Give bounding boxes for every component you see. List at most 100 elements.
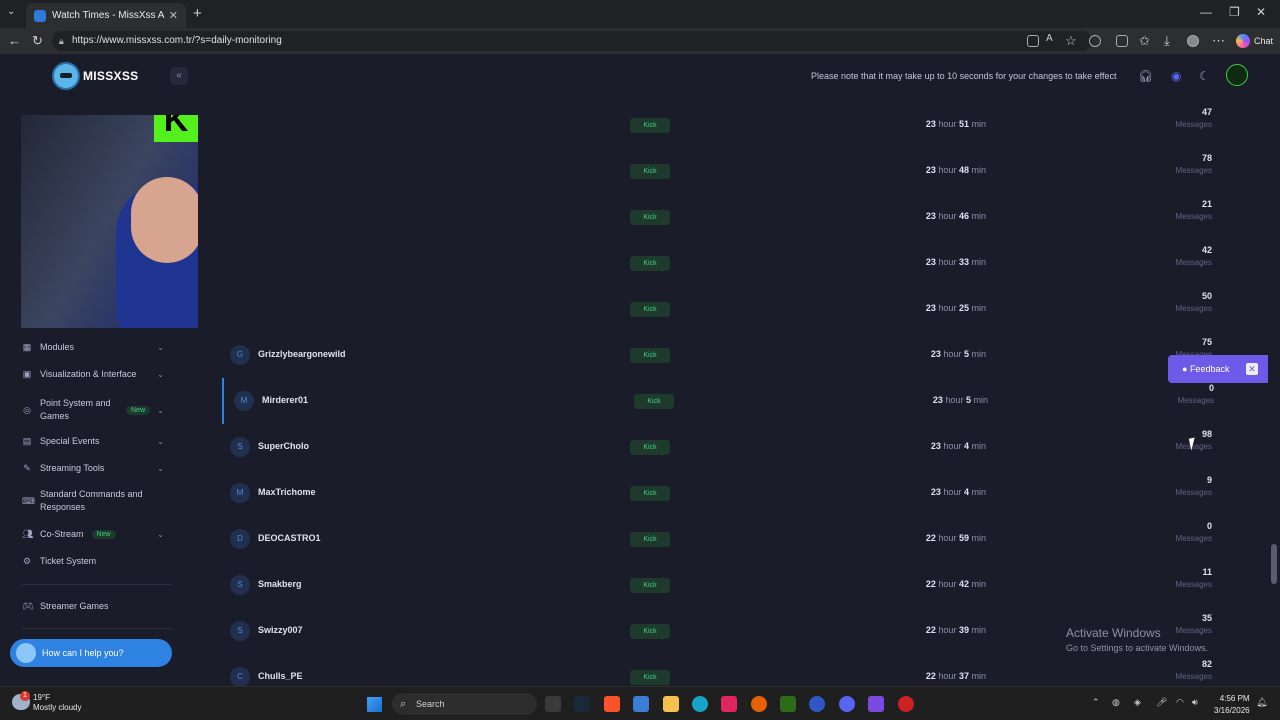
minimize-icon[interactable]: —	[1200, 5, 1212, 19]
network-tray-icon[interactable]: ◈	[1134, 697, 1141, 708]
tray-overflow-icon[interactable]: ⌃	[1092, 697, 1100, 708]
taskbar-search[interactable]: Search	[392, 693, 537, 715]
table-row[interactable]: Kick 23 hour 33 min 42 Messages	[222, 240, 1232, 286]
edge-icon[interactable]	[692, 696, 708, 712]
extensions-icon[interactable]	[1089, 35, 1101, 47]
sidebar-item-modules[interactable]: ▦ Modules ⌄	[22, 337, 172, 357]
help-assistant-button[interactable]: How can I help you?	[10, 639, 172, 667]
sidebar-item-standard-commands[interactable]: ⌨ Standard Commands and Responses	[22, 488, 172, 514]
profile-icon[interactable]	[1187, 35, 1199, 47]
page-scrollbar[interactable]	[1268, 54, 1280, 686]
table-row[interactable]: M Mirderer01 Kick 23 hour 5 min 0 Messages	[222, 378, 1232, 424]
table-row[interactable]: GGrizzlybeargonewildKick23 hour 5 min75M…	[222, 332, 1232, 378]
watch-time: 22 hour 39 min	[926, 625, 986, 635]
hours-value: 23	[925, 165, 936, 175]
table-row[interactable]: Kick 23 hour 51 min 47 Messages	[222, 102, 1232, 148]
sidebar-item-special-events[interactable]: ▤ Special Events ⌄	[22, 431, 172, 451]
brave-icon[interactable]	[604, 696, 620, 712]
hours-value: 22	[925, 625, 936, 635]
wifi-icon[interactable]: ◠	[1176, 697, 1184, 708]
sidebar-item-point-system[interactable]: ◎ Point System and Games New ⌄	[22, 397, 172, 423]
address-bar-row: ← ↻ 🔒︎ https://www.missxss.com.tr/?s=dai…	[0, 28, 1280, 54]
steam-tray-icon[interactable]: ◍	[1112, 697, 1120, 708]
steam-icon[interactable]	[574, 696, 590, 712]
app-available-icon[interactable]	[1027, 35, 1039, 47]
browser-tab[interactable]: Watch Times - MissXss AI Bot Syst ✕	[26, 3, 186, 28]
dark-mode-icon[interactable]: ☾	[1199, 69, 1210, 83]
read-aloud-icon[interactable]: A	[1046, 33, 1053, 44]
feedback-label: Feedback	[1189, 364, 1230, 374]
minutes-value: 48	[958, 165, 969, 175]
split-screen-icon[interactable]	[1116, 35, 1128, 47]
headset-support-icon[interactable]: 🎧︎	[1138, 69, 1153, 83]
message-count: 0 Messages	[1176, 521, 1212, 543]
close-feedback-icon[interactable]: ✕	[1246, 363, 1258, 375]
recording-app-icon[interactable]	[898, 696, 914, 712]
table-row[interactable]: Kick 23 hour 48 min 78 Messages	[222, 148, 1232, 194]
chevron-down-icon: ⌄	[157, 529, 164, 539]
hour-unit: hour	[945, 395, 964, 405]
copilot-chat-button[interactable]: Chat	[1232, 31, 1279, 51]
sidebar-item-co-stream[interactable]: 👥︎ Co-Stream New ⌄	[22, 524, 172, 544]
feedback-button[interactable]: ● Feedback ✕	[1168, 355, 1270, 383]
terminal-icon[interactable]	[780, 696, 796, 712]
clock-date: 3/16/2026	[1214, 706, 1250, 715]
favorite-star-icon[interactable]: ☆	[1065, 33, 1077, 49]
weather-widget[interactable]: 19°F Mostly cloudy	[33, 693, 81, 713]
help-label: How can I help you?	[42, 648, 124, 658]
missxss-logo-icon[interactable]	[52, 62, 80, 90]
new-tab-icon[interactable]: +	[193, 5, 202, 22]
user-avatar[interactable]	[1226, 64, 1248, 86]
favorites-icon[interactable]: ✩	[1139, 33, 1150, 49]
calculator-icon[interactable]	[868, 696, 884, 712]
obs-icon[interactable]	[809, 696, 825, 712]
volume-icon[interactable]: 🔊︎	[1192, 697, 1198, 708]
downloads-icon[interactable]: ⤓	[1164, 33, 1170, 49]
notification-icon[interactable]: 🔔︎	[1256, 697, 1267, 708]
discord-taskbar-icon[interactable]	[839, 696, 855, 712]
table-row[interactable]: Kick 23 hour 25 min 50 Messages	[222, 286, 1232, 332]
chevron-down-icon: ⌄	[157, 405, 164, 415]
file-explorer-icon[interactable]	[663, 696, 679, 712]
sidebar-item-label: Modules	[40, 341, 75, 352]
table-row[interactable]: Kick 23 hour 46 min 21 Messages	[222, 194, 1232, 240]
windows-start-icon[interactable]	[367, 697, 382, 712]
new-badge: New	[91, 529, 116, 539]
users-icon: 👥︎	[22, 529, 34, 539]
hour-unit: hour	[938, 579, 957, 589]
restore-icon[interactable]: ❐	[1229, 5, 1240, 19]
sidebar-item-ticket-system[interactable]: ⚙ Ticket System	[22, 551, 172, 571]
sidebar-item-streaming-tools[interactable]: ✎ Streaming Tools ⌄	[22, 458, 172, 478]
activate-windows-watermark: Activate Windows Go to Settings to activ…	[1066, 626, 1208, 653]
microphone-icon[interactable]: 🎤︎	[1156, 697, 1167, 708]
tiktok-icon[interactable]	[721, 696, 737, 712]
task-view-icon[interactable]	[545, 696, 561, 712]
collapse-sidebar-button[interactable]: «	[170, 67, 188, 85]
username: DEOCASTRO1	[258, 533, 321, 543]
table-row[interactable]: S Smakberg Kick 22 hour 42 min 11 Messages	[222, 562, 1232, 608]
discord-icon[interactable]: ◉	[1171, 69, 1181, 83]
table-row[interactable]: D DEOCASTRO1 Kick 22 hour 59 min 0 Messages	[222, 516, 1232, 562]
message-count: 50 Messages	[1176, 291, 1212, 313]
refresh-icon[interactable]: ↻	[32, 33, 43, 49]
sidebar-item-streamer-games[interactable]: 🎮︎ Streamer Games	[22, 596, 172, 616]
table-row[interactable]: M MaxTrichome Kick 23 hour 4 min 9 Messages	[222, 470, 1232, 516]
scrollbar-thumb[interactable]	[1271, 544, 1277, 584]
url-field[interactable]: 🔒︎ https://www.missxss.com.tr/?s=daily-m…	[52, 31, 1092, 51]
close-window-icon[interactable]: ✕	[1256, 5, 1266, 19]
min-unit: min	[971, 671, 986, 681]
close-tab-icon[interactable]: ✕	[169, 9, 178, 22]
windows-taskbar: 1 19°F Mostly cloudy Search ⌃ ◍ ◈ 🎤︎ ◠ 🔊…	[0, 686, 1280, 720]
table-row[interactable]: S SuperCholo Kick 23 hour 4 min 98 Messages	[222, 424, 1232, 470]
sidebar-item-visualization[interactable]: ▣ Visualization & Interface ⌄	[22, 364, 172, 384]
table-row[interactable]: C Chulls_PE Kick 22 hour 37 min 82 Messages	[222, 654, 1232, 686]
watch-time: 22 hour 59 min	[926, 533, 986, 543]
system-clock[interactable]: 4:56 PM 3/16/2026	[1214, 693, 1250, 717]
min-unit: min	[971, 533, 986, 543]
notepad-icon[interactable]	[633, 696, 649, 712]
user-initial-avatar: S	[230, 437, 250, 457]
firefox-icon[interactable]	[751, 696, 767, 712]
tab-actions-icon[interactable]: ⌄	[7, 6, 15, 17]
back-icon[interactable]: ←	[8, 33, 21, 48]
more-menu-icon[interactable]: ⋯	[1212, 33, 1225, 49]
